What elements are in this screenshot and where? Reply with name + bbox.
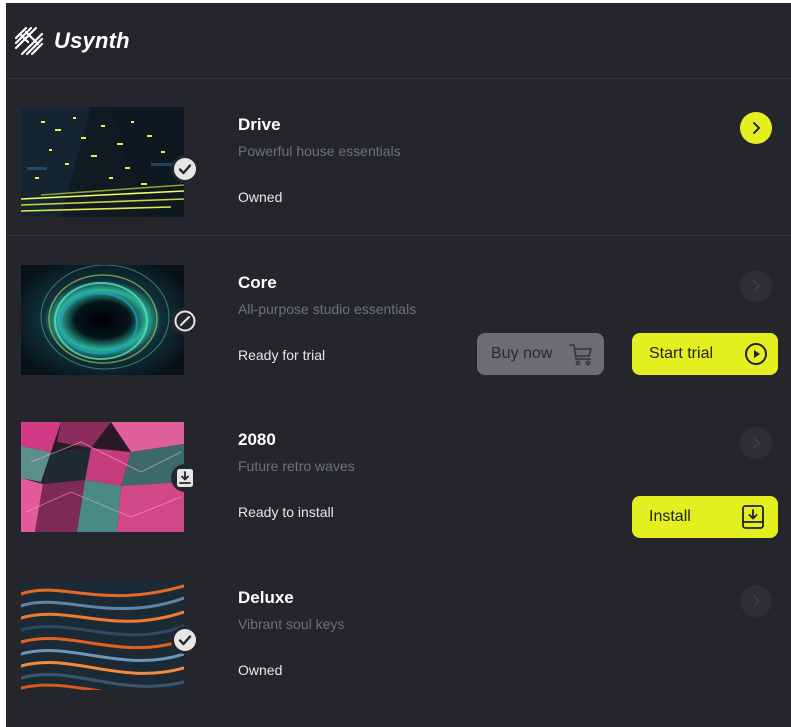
- install-badge: [171, 464, 199, 492]
- product-thumbnail-deluxe: [21, 580, 184, 690]
- download-icon: [177, 469, 193, 487]
- chevron-right-icon: [753, 280, 760, 292]
- chevron-right-icon: [753, 122, 760, 134]
- product-status: Ready to install: [238, 504, 334, 520]
- product-subtitle: Future retro waves: [238, 458, 355, 474]
- trial-badge: [171, 307, 199, 335]
- product-status: Owned: [238, 189, 283, 205]
- open-product-button[interactable]: [740, 427, 772, 459]
- product-title: 2080: [238, 430, 276, 449]
- app-window: Usynth Drive Powerful house essentials O…: [6, 3, 791, 727]
- product-subtitle: All-purpose studio essentials: [238, 301, 417, 317]
- product-row-2080[interactable]: 2080 Future retro waves Ready to install…: [6, 400, 791, 550]
- buy-now-label: Buy now: [491, 345, 553, 362]
- open-product-button[interactable]: [740, 270, 772, 302]
- chevron-right-icon: [753, 595, 760, 607]
- download-icon: [742, 505, 764, 529]
- check-icon: [174, 158, 196, 180]
- play-icon: [745, 343, 767, 365]
- owned-badge: [171, 626, 199, 654]
- product-title: Drive: [238, 115, 281, 134]
- start-trial-label: Start trial: [649, 345, 714, 362]
- product-subtitle: Vibrant soul keys: [238, 616, 345, 632]
- open-product-button[interactable]: [740, 585, 772, 617]
- buy-now-button[interactable]: Buy now: [477, 333, 604, 375]
- product-title: Deluxe: [238, 588, 294, 607]
- product-status: Owned: [238, 662, 283, 678]
- check-icon: [174, 629, 196, 651]
- install-button[interactable]: Install: [632, 496, 778, 538]
- product-title: Core: [238, 273, 277, 292]
- disabled-icon: [174, 310, 196, 332]
- brand-name: Usynth: [54, 27, 130, 53]
- product-thumbnail-2080: [21, 422, 184, 532]
- product-row-deluxe[interactable]: Deluxe Vibrant soul keys Owned: [6, 558, 791, 708]
- product-subtitle: Powerful house essentials: [238, 143, 401, 159]
- product-thumbnail-core: [21, 265, 184, 375]
- owned-badge: [171, 155, 199, 183]
- product-row-core[interactable]: Core All-purpose studio essentials Ready…: [6, 243, 791, 393]
- start-trial-button[interactable]: Start trial: [632, 333, 778, 375]
- header: Usynth: [6, 3, 791, 79]
- product-row-drive[interactable]: Drive Powerful house essentials Owned: [6, 85, 791, 236]
- install-label: Install: [649, 508, 691, 525]
- chevron-right-icon: [753, 437, 760, 449]
- cart-icon: [569, 344, 592, 366]
- usynth-logo-icon: [14, 26, 44, 55]
- product-thumbnail-drive: [21, 107, 184, 217]
- product-status: Ready for trial: [238, 347, 326, 363]
- open-product-button[interactable]: [740, 112, 772, 144]
